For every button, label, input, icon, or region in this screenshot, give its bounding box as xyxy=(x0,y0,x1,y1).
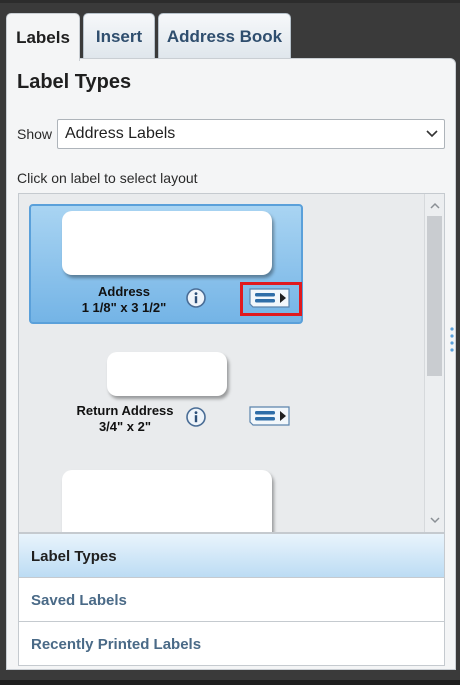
accordion-saved-labels[interactable]: Saved Labels xyxy=(18,577,445,622)
resize-grip-icon[interactable] xyxy=(450,326,454,358)
label-preview-return-address[interactable] xyxy=(107,352,227,396)
accordion-label-types[interactable]: Label Types xyxy=(18,533,445,578)
tab-insert-label: Insert xyxy=(95,26,143,46)
info-icon[interactable] xyxy=(186,407,206,427)
tab-labels[interactable]: Labels xyxy=(6,13,80,61)
tab-insert[interactable]: Insert xyxy=(83,13,155,59)
page-title: Label Types xyxy=(17,71,132,93)
show-label: Show xyxy=(17,126,53,142)
accordion-recently-printed-label: Recently Printed Labels xyxy=(31,636,202,653)
label-types-panel: Label Types Show Address Labels Click on… xyxy=(6,58,456,670)
scroll-up-icon[interactable] xyxy=(430,202,440,210)
accordion-recently-printed[interactable]: Recently Printed Labels xyxy=(18,621,445,666)
tab-labels-label: Labels xyxy=(16,27,70,47)
tab-address-book-label: Address Book xyxy=(166,26,283,46)
label-list: Address 1 1/8" x 3 1/2" Return Address 3… xyxy=(18,193,445,533)
tab-address-book[interactable]: Address Book xyxy=(158,13,291,59)
window-top-edge xyxy=(0,0,460,3)
scroll-down-icon[interactable] xyxy=(430,516,440,524)
info-icon[interactable] xyxy=(186,288,206,308)
label-list-scrollbar[interactable] xyxy=(424,194,444,532)
scrollbar-thumb[interactable] xyxy=(427,216,442,376)
label-preview-third[interactable] xyxy=(62,470,272,532)
layout-select-icon[interactable] xyxy=(247,286,293,310)
label-return-address-size: 3/4" x 2" xyxy=(98,419,152,434)
label-category-select[interactable]: Address Labels xyxy=(57,119,445,149)
window-bottom-edge xyxy=(0,680,460,685)
layout-select-icon[interactable] xyxy=(247,404,293,428)
accordion-saved-labels-label: Saved Labels xyxy=(31,592,127,609)
label-address-text: Address 1 1/8" x 3 1/2" xyxy=(59,284,189,316)
label-preview-address[interactable] xyxy=(62,211,272,275)
accordion-label-types-label: Label Types xyxy=(31,548,117,565)
layout-hint: Click on label to select layout xyxy=(17,170,198,186)
label-address-size: 1 1/8" x 3 1/2" xyxy=(81,300,167,315)
label-address-name: Address xyxy=(97,284,151,299)
label-return-address-name: Return Address xyxy=(76,403,174,418)
label-return-address-text: Return Address 3/4" x 2" xyxy=(65,403,185,435)
label-category-value: Address Labels xyxy=(65,125,176,142)
chevron-down-icon xyxy=(426,130,438,138)
